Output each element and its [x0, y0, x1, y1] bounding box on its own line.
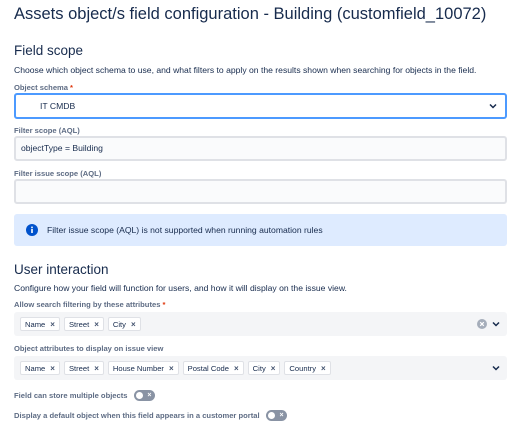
- required-marker: *: [162, 300, 166, 309]
- filter-scope-input[interactable]: objectType = Building: [14, 136, 507, 161]
- remove-chip-icon[interactable]: ×: [321, 364, 326, 373]
- info-message-text: Filter issue scope (AQL) is not supporte…: [47, 225, 323, 235]
- chip-label: Postal Code: [187, 363, 229, 373]
- default-object-row: Display a default object when this field…: [14, 410, 287, 421]
- filter-issue-scope-input[interactable]: [14, 179, 507, 204]
- display-attributes-select[interactable]: Name × Street × House Number × Postal Code × Cit…: [14, 356, 507, 380]
- default-object-toggle[interactable]: ×: [265, 410, 287, 421]
- filter-issue-scope-label: Filter issue scope (AQL): [14, 169, 102, 178]
- chevron-down-icon[interactable]: [492, 365, 500, 371]
- object-schema-value: IT CMDB: [40, 101, 76, 111]
- chip-label: City: [252, 363, 266, 373]
- chevron-down-icon[interactable]: [492, 321, 500, 327]
- default-object-label: Display a default object when this field…: [14, 411, 260, 420]
- field-scope-heading: Field scope: [14, 43, 84, 58]
- attribute-chip: City ×: [247, 361, 281, 375]
- user-interaction-description: Configure how your field will function f…: [14, 283, 347, 293]
- search-filter-attributes-label: Allow search filtering by these attribut…: [14, 300, 166, 309]
- field-scope-description: Choose which object schema to use, and w…: [14, 65, 477, 75]
- multiple-objects-row: Field can store multiple objects ×: [14, 390, 155, 401]
- attribute-chip: Name ×: [20, 317, 60, 331]
- remove-chip-icon[interactable]: ×: [50, 320, 55, 329]
- attribute-chip: Country ×: [284, 361, 331, 375]
- attribute-chip: Postal Code ×: [182, 361, 244, 375]
- attribute-chip: House Number ×: [107, 361, 179, 375]
- multiple-objects-label: Field can store multiple objects: [14, 391, 128, 400]
- multiple-objects-toggle[interactable]: ×: [133, 390, 155, 401]
- search-filter-attributes-select[interactable]: Name × Street × City ×: [14, 312, 507, 336]
- chip-label: Street: [68, 319, 90, 329]
- attribute-chip: Street ×: [63, 317, 104, 331]
- remove-chip-icon[interactable]: ×: [94, 320, 99, 329]
- clear-icon[interactable]: [477, 319, 487, 329]
- chip-label: City: [112, 319, 126, 329]
- remove-chip-icon[interactable]: ×: [131, 320, 136, 329]
- display-attributes-label: Object attributes to display on issue vi…: [14, 344, 164, 353]
- filter-scope-label: Filter scope (AQL): [14, 126, 80, 135]
- info-icon: [26, 224, 38, 236]
- attribute-chip: Name ×: [20, 361, 60, 375]
- toggle-off-icon: ×: [147, 392, 152, 399]
- attribute-chip: City ×: [107, 317, 141, 331]
- search-filter-chips: Name × Street × City ×: [20, 317, 141, 331]
- remove-chip-icon[interactable]: ×: [169, 364, 174, 373]
- chip-label: Country: [289, 363, 317, 373]
- remove-chip-icon[interactable]: ×: [50, 364, 55, 373]
- toggle-off-icon: ×: [279, 412, 284, 419]
- chip-label: Name: [25, 319, 46, 329]
- user-interaction-heading: User interaction: [14, 262, 109, 277]
- remove-chip-icon[interactable]: ×: [234, 364, 239, 373]
- toggle-knob: [135, 392, 143, 399]
- chevron-down-icon: [489, 103, 497, 109]
- display-attribute-chips: Name × Street × House Number × Postal Code × Cit…: [20, 361, 331, 375]
- chip-label: Street: [68, 363, 90, 373]
- attribute-chip: Street ×: [63, 361, 104, 375]
- toggle-knob: [267, 412, 275, 419]
- remove-chip-icon[interactable]: ×: [271, 364, 276, 373]
- info-message-panel: Filter issue scope (AQL) is not supporte…: [14, 214, 507, 246]
- chip-label: House Number: [112, 363, 164, 373]
- object-schema-select[interactable]: IT CMDB: [14, 93, 507, 119]
- remove-chip-icon[interactable]: ×: [94, 364, 99, 373]
- filter-scope-value: objectType = Building: [21, 143, 103, 153]
- page-title: Assets object/s field configuration - Bu…: [14, 5, 487, 23]
- object-schema-label: Object schema *: [14, 83, 73, 92]
- required-marker: *: [70, 83, 73, 92]
- chip-label: Name: [25, 363, 46, 373]
